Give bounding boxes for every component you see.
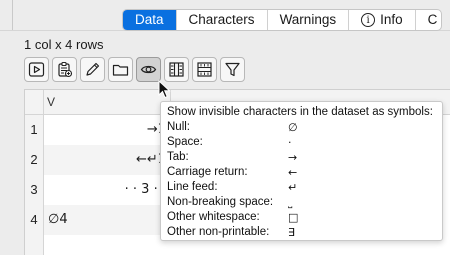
run-button[interactable] [24,57,49,82]
tab-characters[interactable]: Characters [177,10,268,30]
pencil-icon [86,62,100,76]
row-number: 1 [30,122,38,137]
tooltip-item-label: Other whitespace: [167,211,260,223]
columns-icon [169,62,184,77]
tooltip-item: Other non-printable: ∃ [167,225,436,240]
tab-warnings[interactable]: Warnings [268,10,350,30]
paste-button[interactable] [52,57,77,82]
tooltip-item-symbol: ∅ [288,121,298,134]
dataset-summary: 1 col x 4 rows [24,37,104,52]
tooltip-item-symbol: ˽ [288,196,293,209]
columns-button[interactable] [164,57,189,82]
tooltip-item: Carriage return: ← [167,165,436,180]
rows-icon [197,62,212,77]
invisible-characters-tooltip: Show invisible characters in the dataset… [160,101,443,241]
tooltip-item-label: Non-breaking space: [167,196,274,208]
filter-button[interactable] [220,57,245,82]
filter-icon [225,62,240,77]
tooltip-item: Space: · [167,135,436,150]
rows-button[interactable] [192,57,217,82]
tooltip-item-symbol: · [288,136,292,149]
table-cell[interactable]: →1 [44,115,171,145]
table-cell[interactable]: ←↵1 [44,145,171,175]
column-header-v[interactable]: V [43,90,171,114]
tooltip-item: Tab: → [167,150,436,165]
folder-icon [112,64,129,76]
tooltip-item: Null: ∅ [167,120,436,135]
eye-icon [140,65,157,74]
play-icon [28,62,45,77]
row-number: 4 [30,212,38,227]
tab-label: C [427,12,438,27]
tooltip-item-label: Other non-printable: [167,226,270,238]
tab-label: Data [135,12,164,27]
row-number: 3 [30,182,38,197]
clipboard-add-icon [58,61,73,78]
tooltip-item-label: Carriage return: [167,166,248,178]
tab-label: Warnings [279,12,337,27]
edit-button[interactable] [80,57,105,82]
tooltip-item-symbol: □ [288,211,299,224]
open-folder-button[interactable] [108,57,133,82]
row-number: 2 [30,152,38,167]
table-cell[interactable]: · · 3 · · [44,175,171,205]
tab-label: Characters [188,12,255,27]
tooltip-item-label: Null: [167,121,191,133]
tab-bar: Data Characters Warnings i Info C [122,9,443,31]
tooltip-item-symbol: ← [288,166,298,179]
info-icon: i [361,13,376,27]
tooltip-item: Line feed: ↵ [167,180,436,195]
mouse-pointer-icon [158,80,171,99]
show-invisible-button[interactable] [136,57,161,82]
tab-data[interactable]: Data [123,10,177,30]
tab-overflow[interactable]: C [416,10,442,30]
tooltip-item-symbol: → [288,151,298,164]
tooltip-title: Show invisible characters in the dataset… [167,106,433,118]
tooltip-item-symbol: ↵ [288,181,298,194]
toolbar [24,57,245,82]
frame-divider [12,0,13,30]
table-cell[interactable]: ∅4 [44,205,171,235]
tooltip-item-symbol: ∃ [288,226,295,239]
tab-info[interactable]: i Info [349,10,416,30]
tab-label: Info [380,12,403,27]
tooltip-item-label: Space: [167,136,203,148]
tooltip-item-label: Line feed: [167,181,218,193]
tooltip-item: Non-breaking space: ˽ [167,195,436,210]
tooltip-item: Other whitespace: □ [167,210,436,225]
tooltip-item-label: Tab: [167,151,189,163]
